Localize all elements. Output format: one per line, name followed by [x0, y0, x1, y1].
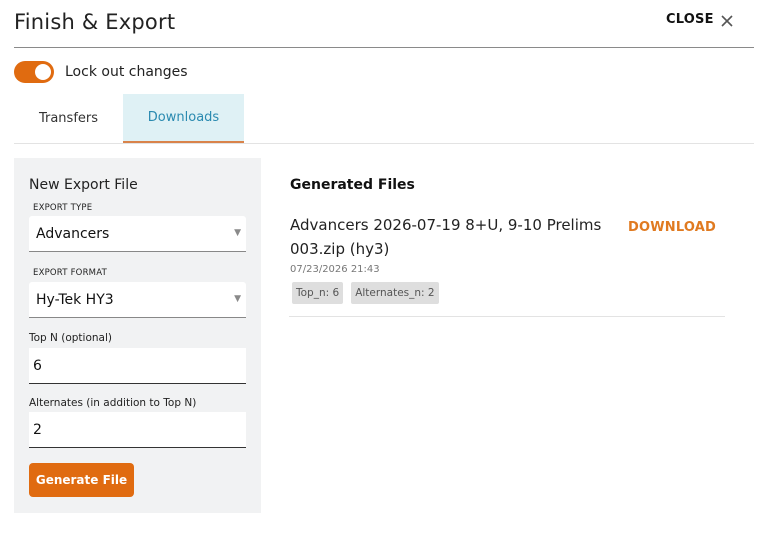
close-label: CLOSE — [666, 12, 714, 27]
tag-top-n: Top_n: 6 — [292, 282, 344, 304]
export-format-value: Hy-Tek HY3 — [36, 291, 114, 308]
file-tags: Top_n: 6 Alternates_n: 2 — [292, 282, 439, 304]
top-n-label: Top N (optional) — [29, 332, 112, 344]
close-icon — [720, 13, 734, 27]
export-format-select[interactable]: Hy-Tek HY3 ▼ — [29, 282, 246, 318]
top-n-input[interactable]: 6 — [29, 348, 246, 384]
export-type-value: Advancers — [36, 225, 110, 242]
tag-alternates: Alternates_n: 2 — [351, 282, 439, 304]
alternates-input[interactable]: 2 — [29, 412, 246, 448]
tab-bar: Transfers Downloads — [14, 94, 244, 143]
new-export-panel: New Export File EXPORT TYPE Advancers ▼ … — [14, 158, 261, 513]
tabs-divider — [14, 143, 754, 144]
alternates-label: Alternates (in addition to Top N) — [29, 397, 197, 409]
tab-downloads[interactable]: Downloads — [123, 94, 244, 143]
generated-files-heading: Generated Files — [290, 177, 415, 193]
file-date: 07/23/2026 21:43 — [290, 264, 380, 275]
toggle-knob — [35, 64, 51, 80]
file-divider — [289, 316, 725, 317]
chevron-down-icon: ▼ — [234, 228, 241, 238]
close-button[interactable]: CLOSE — [666, 12, 734, 27]
new-export-title: New Export File — [29, 177, 138, 193]
lock-changes-row: Lock out changes — [14, 61, 188, 83]
generate-file-button[interactable]: Generate File — [29, 463, 134, 497]
export-format-caption: EXPORT FORMAT — [33, 268, 107, 278]
chevron-down-icon: ▼ — [234, 294, 241, 304]
header-divider — [14, 47, 754, 48]
export-type-select[interactable]: Advancers ▼ — [29, 216, 246, 252]
export-type-caption: EXPORT TYPE — [33, 203, 93, 213]
tab-transfers[interactable]: Transfers — [14, 94, 123, 143]
download-link[interactable]: DOWNLOAD — [628, 220, 716, 235]
page-title: Finish & Export — [14, 10, 176, 34]
file-name: Advancers 2026-07-19 8+U, 9-10 Prelims 0… — [290, 216, 602, 258]
lock-changes-label: Lock out changes — [65, 64, 188, 80]
lock-changes-toggle[interactable] — [14, 61, 54, 83]
